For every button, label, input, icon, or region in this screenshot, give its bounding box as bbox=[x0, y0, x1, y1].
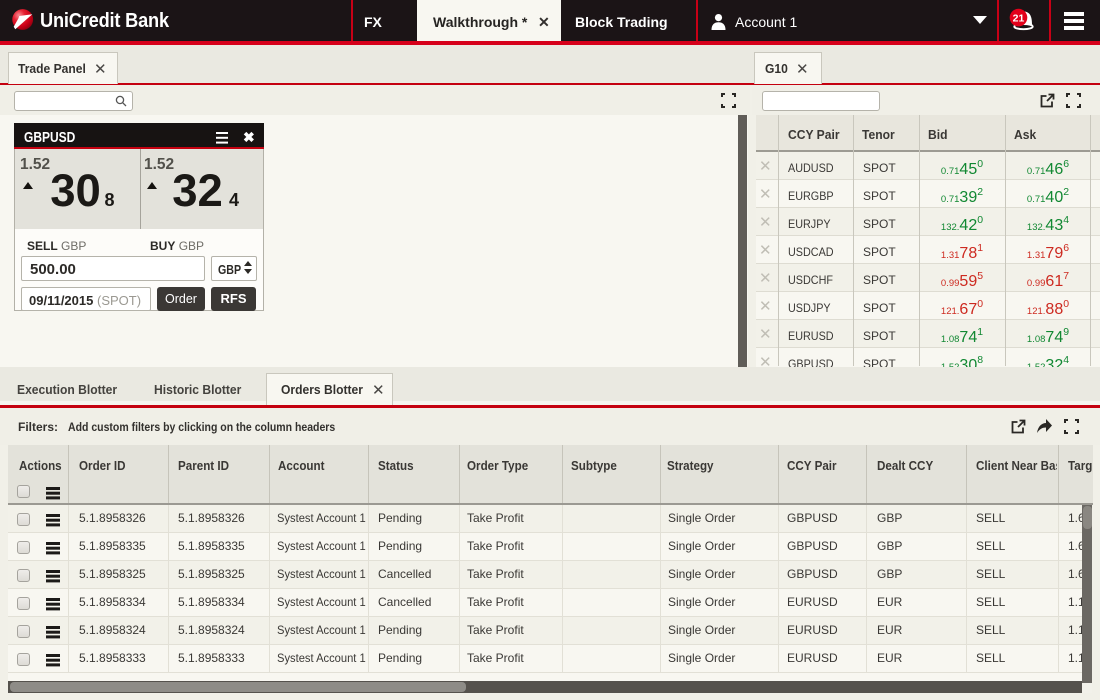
svg-text:21: 21 bbox=[1013, 12, 1025, 24]
